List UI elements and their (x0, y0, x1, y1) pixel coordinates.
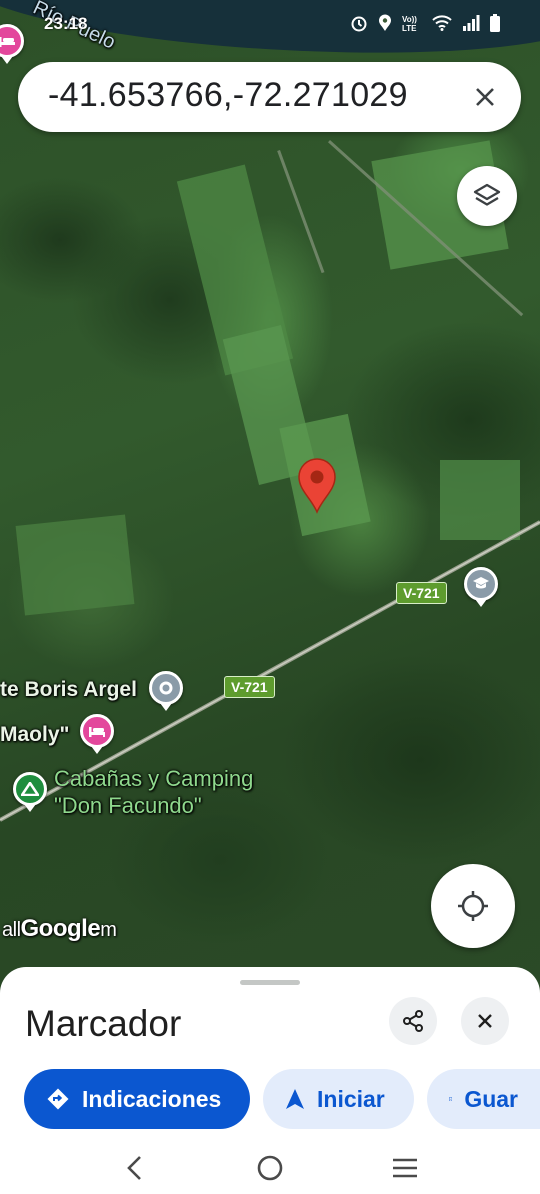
place-bottom-sheet[interactable]: Marcador Indicaciones Iniciar Guar (0, 967, 540, 1194)
directions-button[interactable]: Indicaciones (24, 1069, 250, 1129)
google-logo: Google (20, 915, 101, 942)
home-button[interactable] (250, 1148, 290, 1188)
camping-label-line2: "Don Facundo" (54, 793, 202, 818)
search-box[interactable]: -41.653766,-72.271029 (18, 62, 521, 132)
system-navigation-bar (0, 1140, 540, 1194)
status-time: 23:18 (44, 14, 88, 33)
graduation-cap-icon (473, 577, 489, 589)
start-navigation-button[interactable]: Iniciar (263, 1069, 414, 1129)
start-label: Iniciar (317, 1085, 385, 1112)
school-poi-pin[interactable] (464, 567, 498, 607)
wifi-icon (432, 15, 452, 31)
attribution-suffix: m (100, 919, 117, 941)
directions-label: Indicaciones (82, 1085, 222, 1112)
save-label: Guar (464, 1085, 518, 1112)
back-icon (127, 1156, 141, 1180)
layers-icon (473, 183, 501, 206)
road-shield: V-721 (396, 582, 447, 604)
location-icon (379, 14, 391, 31)
alarm-icon (351, 16, 367, 32)
bookmark-icon (449, 1097, 453, 1101)
place-dot-icon (159, 681, 173, 695)
camping-label-line1: Cabañas y Camping (54, 766, 254, 791)
road-shield: V-721 (224, 676, 275, 698)
home-icon (257, 1155, 283, 1181)
recents-button[interactable] (385, 1148, 425, 1188)
sheet-drag-handle[interactable] (240, 980, 300, 985)
dropped-pin-marker[interactable] (297, 458, 337, 514)
close-icon (476, 88, 494, 106)
place-label-boris[interactable]: te Boris Argel (0, 678, 137, 702)
status-bar: 23:18 Vo)) LTE (0, 0, 540, 48)
close-icon (478, 1014, 492, 1028)
sheet-title: Marcador (25, 1003, 182, 1044)
battery-icon (490, 14, 500, 32)
attribution-prefix: all (2, 919, 21, 941)
recents-icon (393, 1158, 417, 1178)
my-location-icon (458, 891, 488, 921)
save-button[interactable]: Guar (427, 1069, 540, 1129)
svg-text:Vo)): Vo)) (402, 15, 417, 24)
camping-label[interactable]: Cabañas y Camping "Don Facundo" (54, 765, 253, 819)
camping-poi-pin[interactable] (13, 772, 47, 812)
map-view[interactable]: Río Puelo V-721 V-721 te Boris Argel Mao… (0, 0, 540, 1000)
place-label-maoly[interactable]: Maoly" (0, 723, 69, 747)
svg-text:LTE: LTE (402, 24, 417, 32)
search-query-text[interactable]: -41.653766,-72.271029 (48, 76, 408, 115)
back-button[interactable] (115, 1148, 155, 1188)
navigation-arrow-icon (286, 1089, 304, 1109)
layers-button[interactable] (457, 166, 517, 226)
directions-icon (47, 1088, 69, 1110)
status-icons: Vo)) LTE (350, 14, 500, 32)
clear-search-button[interactable] (467, 79, 503, 115)
signal-icon (463, 15, 480, 31)
road-v721-line (0, 520, 540, 822)
google-attribution: allGooglem (2, 915, 117, 943)
share-button[interactable] (389, 997, 437, 1045)
volte-icon: Vo)) LTE (402, 15, 417, 32)
my-location-button[interactable] (431, 864, 515, 948)
share-icon (403, 1010, 423, 1032)
tent-icon (21, 782, 39, 796)
lodging-poi-pin[interactable] (80, 714, 114, 754)
place-poi-pin[interactable] (149, 671, 183, 711)
bed-icon (89, 727, 105, 737)
close-sheet-button[interactable] (461, 997, 509, 1045)
